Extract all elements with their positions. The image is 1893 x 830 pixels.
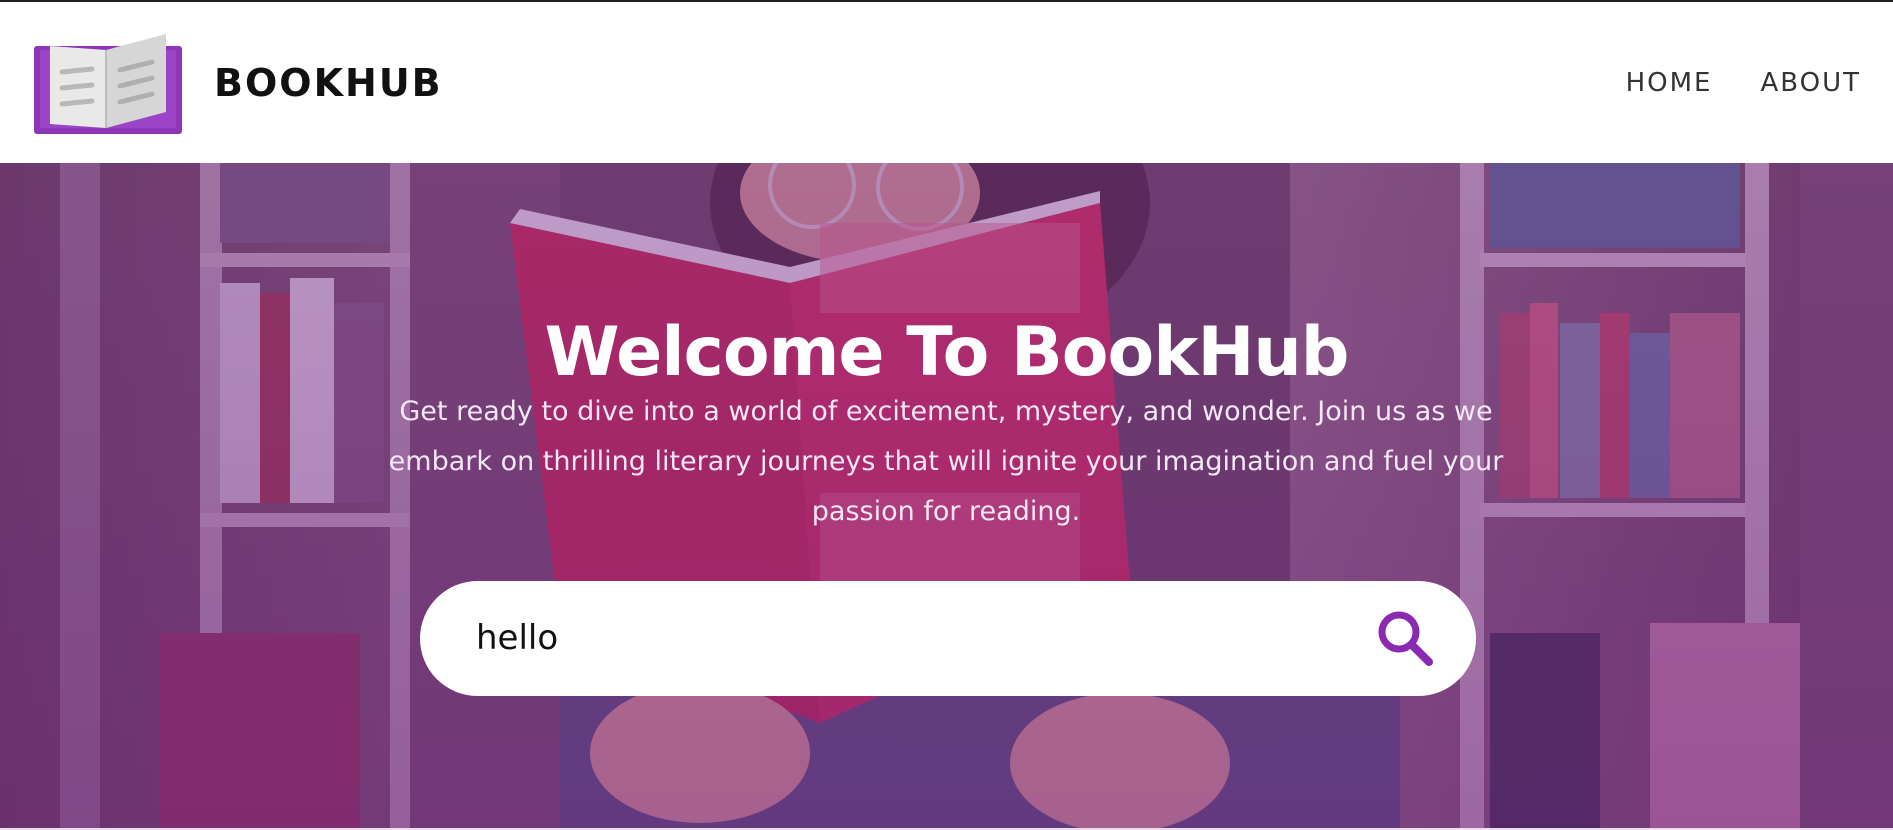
main-nav: HOME ABOUT (1626, 66, 1861, 100)
brand-name[interactable]: BOOKHUB (214, 60, 443, 106)
search-input[interactable] (474, 609, 1334, 667)
open-book-icon[interactable] (34, 32, 182, 134)
site-header: BOOKHUB HOME ABOUT (0, 2, 1893, 163)
hero-section: Welcome To BookHub Get ready to dive int… (0, 163, 1893, 830)
hero-title: Welcome To BookHub (544, 313, 1350, 392)
hero-subtitle: Get ready to dive into a world of excite… (388, 396, 1504, 527)
nav-home-link[interactable]: HOME (1626, 66, 1713, 100)
search-icon[interactable] (1376, 609, 1434, 667)
nav-about-link[interactable]: ABOUT (1760, 66, 1861, 100)
search-bar (420, 581, 1476, 696)
